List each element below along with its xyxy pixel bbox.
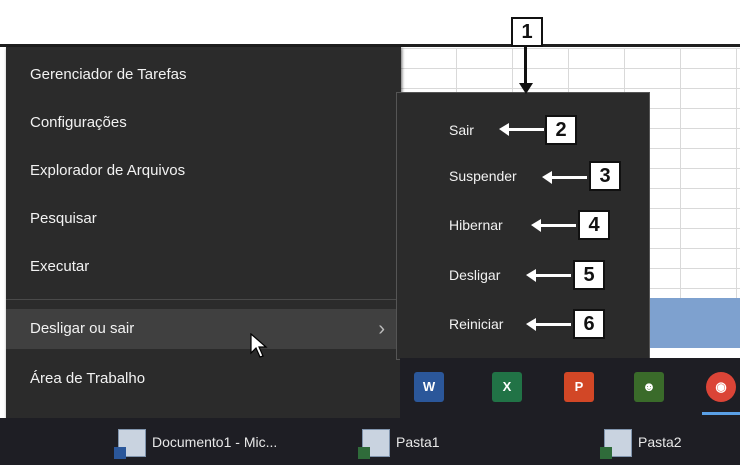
start-context-menu: Gerenciador de Tarefas Configurações Exp… (6, 47, 401, 419)
chrome-icon[interactable]: ◉ (706, 372, 736, 402)
callout-2: 2 (545, 115, 577, 145)
menu-item-label: Área de Trabalho (30, 370, 146, 387)
menu-item-run[interactable]: Executar (6, 247, 401, 287)
user-icon[interactable]: ☻ (634, 372, 664, 402)
submenu-item-shut-down[interactable]: Desligar (449, 267, 500, 283)
chevron-right-icon: › (378, 318, 385, 340)
callout-3: 3 (589, 161, 621, 191)
submenu-item-hibernate[interactable]: Hibernar (449, 217, 503, 233)
excel-document-icon (600, 429, 632, 460)
active-app-indicator (702, 412, 740, 415)
arrow-left-icon (526, 318, 571, 331)
callout-1-line (524, 47, 527, 83)
submenu-item-sign-out[interactable]: Sair (449, 122, 474, 138)
menu-item-file-explorer[interactable]: Explorador de Arquivos (6, 151, 401, 191)
powerpoint-icon[interactable]: P (564, 372, 594, 402)
callout-6: 6 (573, 309, 605, 339)
excel-icon[interactable]: X (492, 372, 522, 402)
menu-item-label: Desligar ou sair (30, 320, 135, 337)
menu-item-label: Explorador de Arquivos (30, 162, 186, 179)
taskbar-item-label: Pasta2 (638, 434, 682, 450)
arrow-left-icon (499, 123, 544, 136)
word-icon[interactable]: W (414, 372, 444, 402)
excel-document-icon (358, 429, 390, 460)
menu-divider (6, 299, 401, 300)
menu-item-label: Pesquisar (30, 210, 97, 227)
arrow-left-icon (526, 269, 571, 282)
arrow-left-icon (542, 171, 587, 184)
menu-item-label: Executar (30, 258, 90, 275)
submenu-item-restart[interactable]: Reiniciar (449, 316, 503, 332)
menu-item-label: Configurações (30, 114, 127, 131)
taskbar-item-label: Pasta1 (396, 434, 440, 450)
callout-4: 4 (578, 210, 610, 240)
mouse-cursor-icon (250, 333, 268, 358)
taskbar-item-pasta1[interactable]: Pasta1 (358, 424, 440, 460)
taskbar-item-documento1[interactable]: Documento1 - Mic... (114, 424, 278, 460)
callout-5: 5 (573, 260, 605, 290)
menu-item-settings[interactable]: Configurações (6, 103, 401, 143)
menu-item-label: Gerenciador de Tarefas (30, 66, 187, 83)
arrow-left-icon (531, 219, 576, 232)
menu-item-shutdown-or-signout[interactable]: Desligar ou sair › (6, 309, 401, 349)
word-document-icon (114, 429, 146, 460)
submenu-item-sleep[interactable]: Suspender (449, 168, 517, 184)
taskbar-item-pasta2[interactable]: Pasta2 (600, 424, 682, 460)
callout-1: 1 (511, 17, 543, 47)
menu-item-desktop[interactable]: Área de Trabalho (6, 359, 401, 399)
taskbar-item-label: Documento1 - Mic... (152, 434, 278, 450)
menu-item-task-manager[interactable]: Gerenciador de Tarefas (6, 55, 401, 95)
arrow-down-icon (519, 83, 533, 94)
shutdown-submenu: Sair Suspender Hibernar Desligar Reinici… (396, 92, 650, 360)
menu-item-search[interactable]: Pesquisar (6, 199, 401, 239)
